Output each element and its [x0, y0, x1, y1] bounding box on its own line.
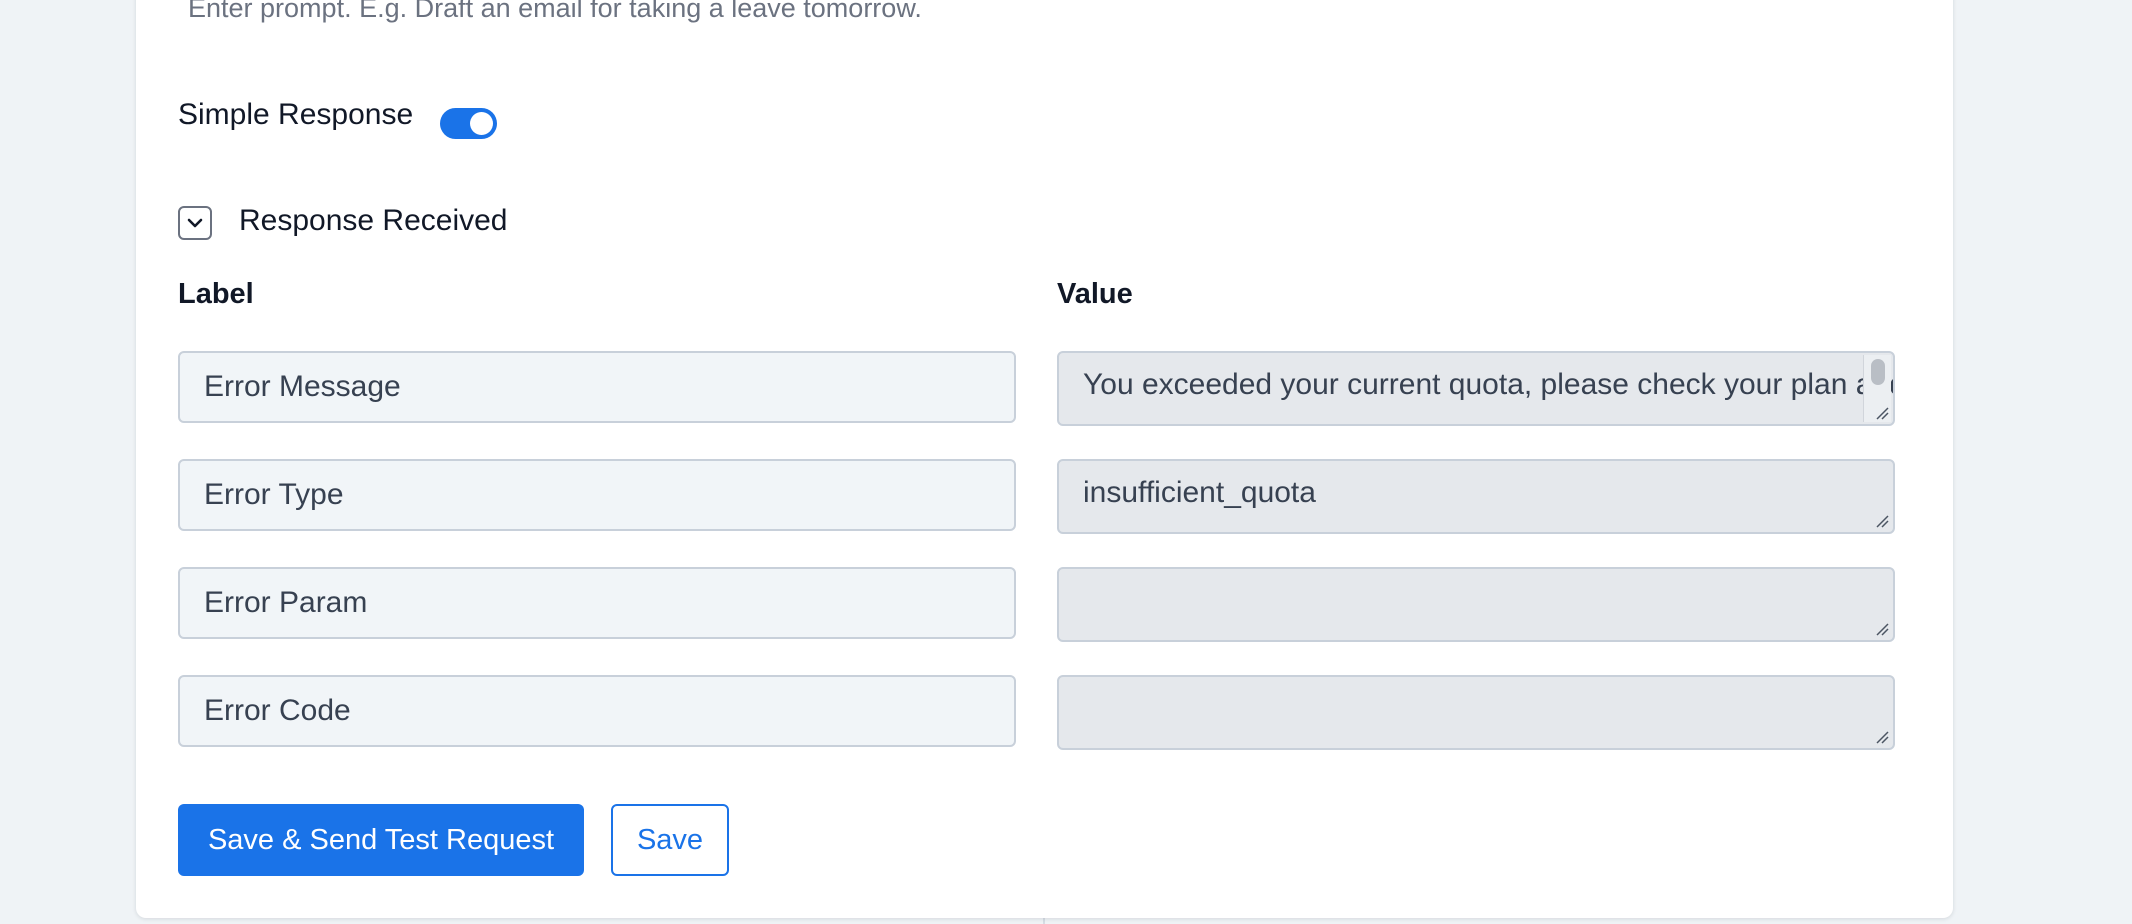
resize-grip-icon[interactable]: [1875, 514, 1889, 528]
simple-response-row: Simple Response: [178, 98, 413, 132]
label-column-header: Label: [178, 278, 254, 310]
resize-grip-icon[interactable]: [1875, 622, 1889, 636]
row-label-field[interactable]: Error Param: [178, 567, 1016, 639]
row-value-textarea[interactable]: [1057, 675, 1895, 750]
prompt-placeholder-text[interactable]: Enter prompt. E.g. Draft an email for ta…: [188, 0, 922, 24]
row-value-textarea[interactable]: You exceeded your current quota, please …: [1057, 351, 1895, 426]
row-value-textarea[interactable]: [1057, 567, 1895, 642]
simple-response-toggle[interactable]: [440, 108, 497, 139]
row-label-text: Error Code: [204, 694, 351, 727]
response-received-title: Response Received: [239, 204, 508, 237]
chevron-down-icon: [187, 218, 203, 228]
row-label-field[interactable]: Error Type: [178, 459, 1016, 531]
save-and-send-test-request-button[interactable]: Save & Send Test Request: [178, 804, 584, 876]
row-label-text: Error Message: [204, 370, 401, 403]
scroll-thumb[interactable]: [1871, 359, 1885, 385]
response-collapse-button[interactable]: [178, 206, 212, 240]
simple-response-label: Simple Response: [178, 98, 414, 131]
row-label-text: Error Param: [204, 586, 368, 619]
toggle-knob: [470, 112, 493, 135]
row-label-field[interactable]: Error Message: [178, 351, 1016, 423]
row-value-textarea[interactable]: insufficient_quota: [1057, 459, 1895, 534]
value-column-header: Value: [1057, 278, 1133, 310]
row-label-field[interactable]: Error Code: [178, 675, 1016, 747]
row-value-text: insufficient_quota: [1083, 476, 1316, 509]
save-button[interactable]: Save: [611, 804, 729, 876]
resize-grip-icon[interactable]: [1875, 406, 1889, 420]
row-label-text: Error Type: [204, 478, 344, 511]
resize-grip-icon[interactable]: [1875, 730, 1889, 744]
row-value-text: You exceeded your current quota, please …: [1083, 368, 1893, 401]
